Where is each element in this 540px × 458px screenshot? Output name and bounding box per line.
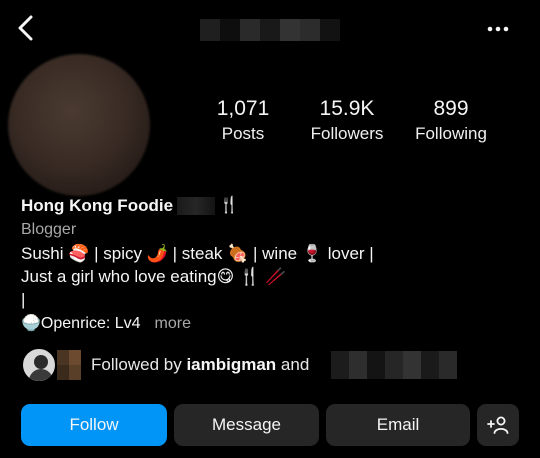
- posts-count: 1,071: [216, 97, 270, 120]
- profile-name-text: Hong Kong Foodie: [21, 196, 174, 215]
- followed-by-suffix: and: [276, 355, 310, 374]
- following-label: Following: [415, 124, 487, 143]
- bio-line: Just a girl who love eating😋 🍴 🥢: [21, 267, 287, 286]
- add-user-icon: [487, 416, 509, 434]
- followed-by-text: Followed by iambigman and: [91, 355, 309, 375]
- followers-count: 15.9K: [319, 97, 375, 120]
- email-button[interactable]: Email: [326, 404, 470, 446]
- follow-button[interactable]: Follow: [21, 404, 167, 446]
- fork-knife-icon: 🍴: [219, 197, 239, 214]
- profile-category: Blogger: [21, 221, 77, 238]
- bio-line: Sushi 🍣 | spicy 🌶️ | steak 🍖 | wine 🍷 lo…: [21, 244, 374, 263]
- profile-name: Hong Kong Foodie 🍴: [21, 195, 239, 217]
- followed-by-prefix: Followed by: [91, 355, 187, 374]
- stat-following[interactable]: 899 Following: [408, 97, 494, 146]
- followed-by-redacted: [331, 351, 457, 379]
- openrice-line: 🍚Openrice: Lv4 more: [21, 313, 191, 335]
- more-link[interactable]: more: [155, 315, 191, 332]
- openrice-text: 🍚Openrice: Lv4: [21, 315, 141, 332]
- username-redacted: [200, 19, 340, 41]
- stat-posts[interactable]: 1,071 Posts: [206, 97, 280, 146]
- following-count: 899: [433, 97, 469, 120]
- followers-label: Followers: [310, 124, 384, 143]
- add-user-button[interactable]: [477, 404, 519, 446]
- profile-avatar[interactable]: [8, 54, 150, 196]
- posts-label: Posts: [221, 124, 265, 143]
- mutual-avatar: [21, 347, 57, 383]
- message-button[interactable]: Message: [174, 404, 319, 446]
- followed-by-user: iambigman: [186, 355, 277, 374]
- ellipsis-icon[interactable]: [486, 17, 510, 41]
- stat-followers[interactable]: 15.9K Followers: [302, 97, 392, 146]
- followed-by-row[interactable]: Followed by iambigman and: [21, 347, 531, 383]
- mutual-avatar-redacted: [57, 350, 81, 380]
- bio-line: |: [21, 290, 26, 309]
- name-redacted: [177, 197, 216, 215]
- chevron-left-icon[interactable]: [14, 14, 38, 42]
- profile-bio: Sushi 🍣 | spicy 🌶️ | steak 🍖 | wine 🍷 lo…: [21, 242, 531, 311]
- top-bar: [0, 0, 540, 56]
